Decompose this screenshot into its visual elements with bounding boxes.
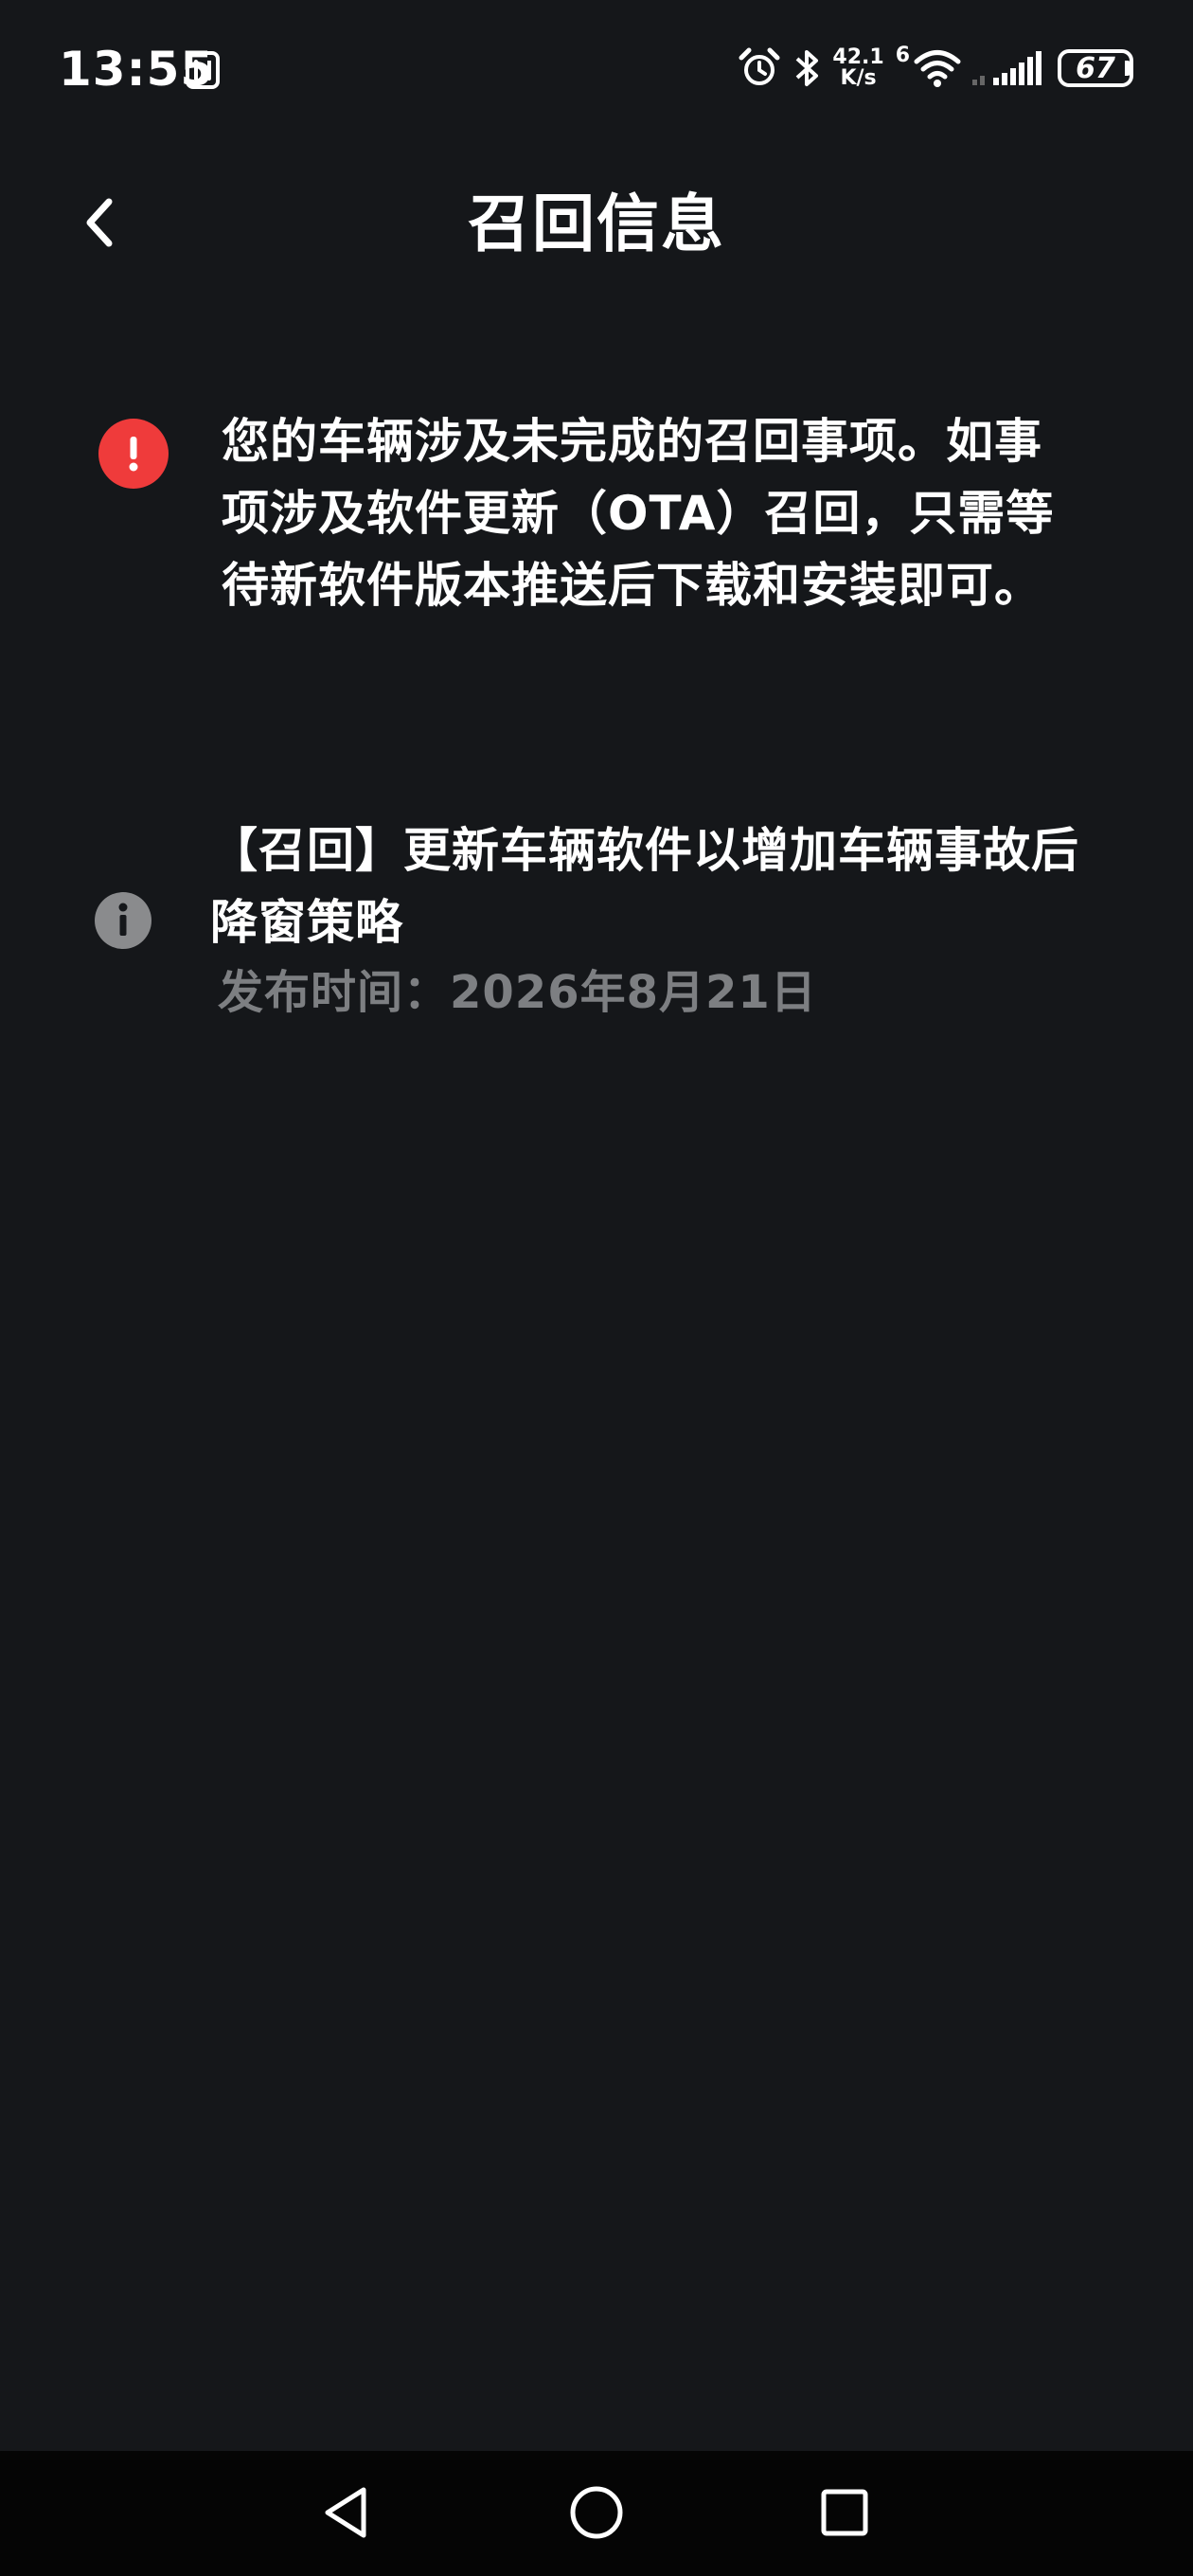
- page-title: 召回信息: [468, 188, 725, 260]
- alarm-icon: [739, 47, 780, 85]
- cellular-signal-icon: [972, 51, 1042, 85]
- recall-item[interactable]: 【召回】更新车辆软件以增加车辆事故后降窗策略 发布时间：2026年8月21日: [0, 814, 1193, 1032]
- net-speed-value: 42.1: [832, 45, 884, 69]
- battery-level: 67: [1058, 49, 1133, 87]
- nav-back-button[interactable]: [309, 2479, 384, 2546]
- status-icons: 42.1 K/s 6 67: [738, 40, 1133, 97]
- net-speed-unit: K/s: [840, 66, 877, 90]
- battery-icon: 67: [1058, 49, 1133, 87]
- status-bar: 13:55 42.1 K/s 6 67: [0, 0, 1193, 133]
- recall-alert-message: 您的车辆涉及未完成的召回事项。如事项涉及软件更新（OTA）召回，只需等待新软件版…: [222, 414, 1055, 613]
- net-speed: 42.1 K/s: [832, 47, 883, 89]
- info-circle-icon: [95, 892, 151, 949]
- nfc-icon: [186, 51, 220, 89]
- nav-recents-button[interactable]: [807, 2479, 882, 2546]
- bluetooth-icon: [796, 50, 819, 86]
- back-triangle-icon: [325, 2487, 366, 2538]
- recall-item-title: 【召回】更新车辆软件以增加车辆事故后降窗策略: [210, 823, 1079, 950]
- exclamation-circle-icon: [98, 419, 169, 489]
- recall-item-date: 发布时间：2026年8月21日: [218, 966, 817, 1019]
- network-type: 6: [895, 44, 910, 67]
- recents-square-icon: [821, 2489, 868, 2536]
- system-nav-bar: [0, 2451, 1193, 2576]
- nav-home-button[interactable]: [559, 2479, 634, 2546]
- wifi-icon: [914, 50, 961, 87]
- home-circle-icon: [570, 2486, 623, 2539]
